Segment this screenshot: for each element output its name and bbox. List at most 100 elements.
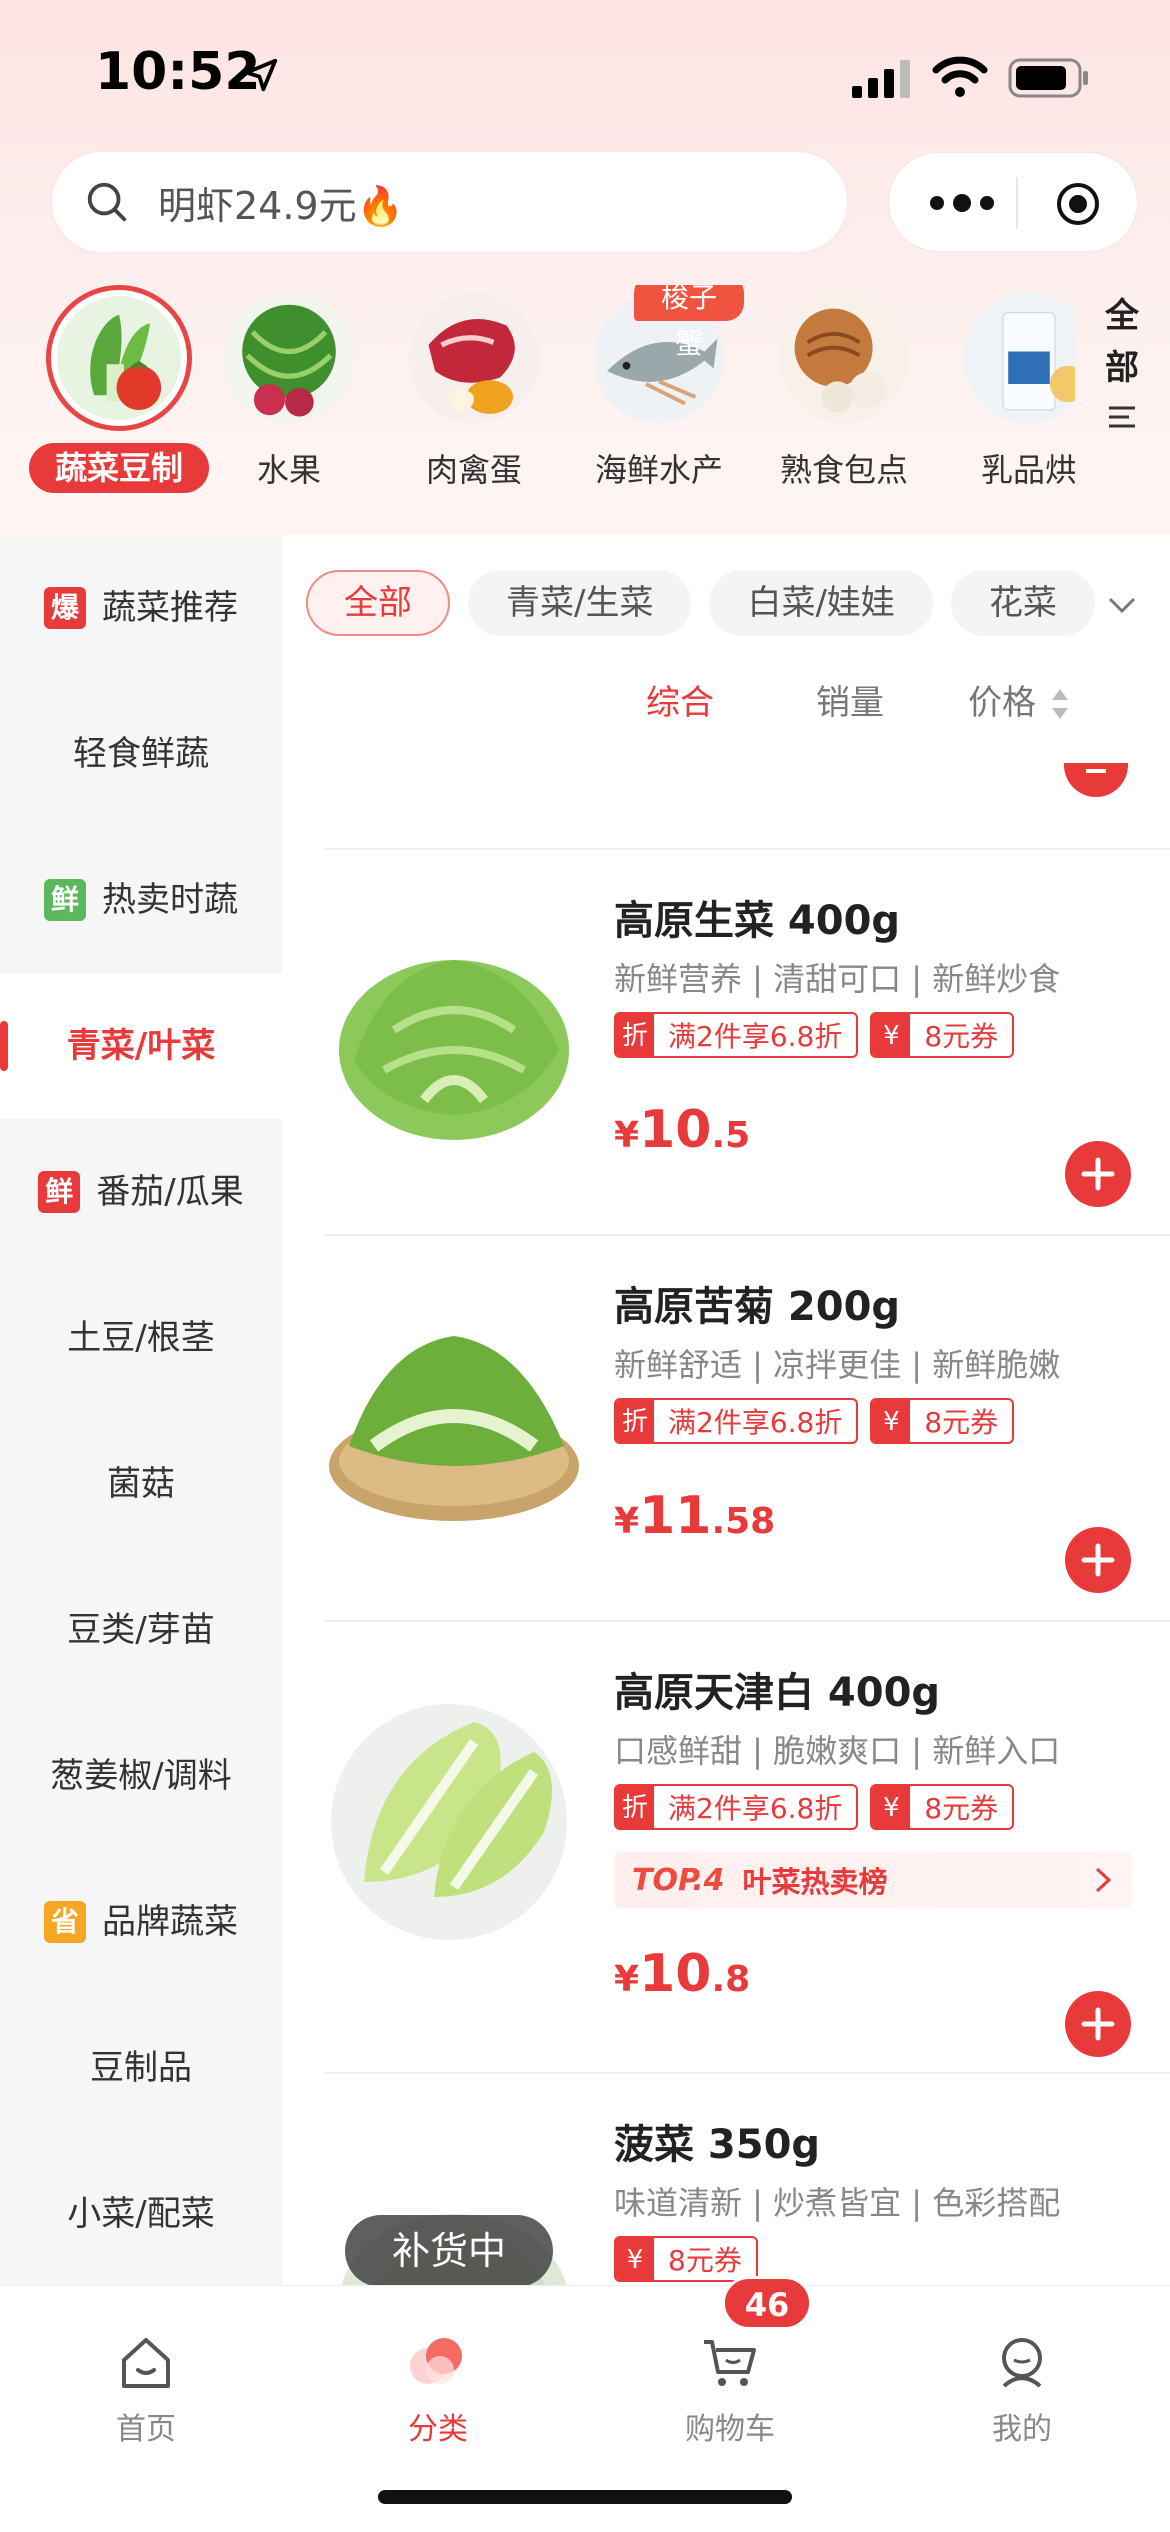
coupon-text: 满2件享6.8折 [668,1792,843,1825]
sidebar-item-tomato-melon[interactable]: 鲜 番茄/瓜果 [0,1119,282,1265]
sidebar-item-mushroom[interactable]: 菌菇 [0,1411,282,1557]
home-icon [122,2338,170,2388]
category-meat-eggs[interactable]: 肉禽蛋 [389,285,559,525]
sidebar-item-light-veg[interactable]: 轻食鲜蔬 [0,681,282,827]
coupon-text: 满2件享6.8折 [668,1406,843,1439]
sidebar-item-tofu[interactable]: 豆制品 [0,1995,282,2141]
sidebar-item-label: 番茄/瓜果 [96,1172,244,1212]
price-currency: ¥ [614,1115,640,1156]
sort-arrows-icon [1052,689,1068,719]
price-decimal: .8 [711,1959,751,2000]
cellular-signal-icon [852,60,910,98]
cash-coupon[interactable]: ¥ 8元券 [614,2236,758,2282]
category-row: 蔬菜豆制 水果 肉禽蛋 海鲜水产 梭子蟹 熟食包点 乳品烘 [0,285,1075,525]
add-to-cart-icon[interactable] [1064,1526,1132,1594]
filter-chip-lettuce[interactable]: 青菜/生菜 [468,570,692,636]
save-tag-icon: 省 [44,1901,86,1943]
add-to-cart-icon[interactable] [1064,1990,1132,2058]
close-miniprogram-icon[interactable] [1055,181,1101,227]
miniprogram-capsule [888,152,1138,252]
sidebar-item-hot-seasonal[interactable]: 鲜 热卖时蔬 [0,827,282,973]
sidebar-item-label: 豆类/芽苗 [67,1610,215,1650]
product-subtitle: 味道清新 | 炒煮皆宜 | 色彩搭配 [614,2184,1061,2222]
fresh-tag-icon: 鲜 [44,879,86,921]
discount-coupon[interactable]: 折 满2件享6.8折 [614,1012,859,1058]
search-bar[interactable]: 明虾24.9元🔥 [52,152,847,252]
yuan-icon: ¥ [872,1014,911,1056]
sidebar-item-potato-root[interactable]: 土豆/根茎 [0,1265,282,1411]
sidebar-item-label: 蔬菜推荐 [102,588,238,628]
category-label: 乳品烘 [980,451,1075,489]
sidebar-item-side-dishes[interactable]: 小菜/配菜 [0,2141,282,2287]
sort-sales[interactable]: 销量 [816,675,884,724]
filter-chip-all[interactable]: 全部 [306,570,450,636]
category-label: 海鲜水产 [594,451,723,489]
category-image [224,293,354,423]
yuan-icon: ¥ [872,1400,911,1442]
sidebar-item-beans-sprouts[interactable]: 豆类/芽苗 [0,1557,282,1703]
tab-category[interactable]: 分类 [292,2306,584,2447]
add-to-cart-icon[interactable] [1062,763,1130,799]
category-image [409,293,539,423]
sort-comprehensive[interactable]: 综合 [646,675,714,724]
product-subtitle: 口感鲜甜 | 脆嫩爽口 | 新鲜入口 [614,1732,1061,1770]
cash-coupon[interactable]: ¥ 8元券 [870,1784,1015,1830]
cash-coupon[interactable]: ¥ 8元券 [870,1012,1015,1058]
category-deli[interactable]: 熟食包点 [759,285,929,525]
product-card[interactable]: 高原天津白 400g 口感鲜甜 | 脆嫩爽口 | 新鲜入口 折 满2件享6.8折… [324,1620,1170,2072]
discount-icon: 折 [616,1400,654,1442]
tab-home[interactable]: 首页 [0,2306,292,2447]
chevron-down-icon[interactable] [1102,585,1142,625]
product-card[interactable]: 高原生菜 400g 新鲜营养 | 清甜可口 | 新鲜炒食 折 满2件享6.8折 … [324,848,1170,1234]
home-indicator [378,2490,792,2504]
more-icon[interactable] [927,189,997,217]
all-categories-label-2: 部 [1105,348,1139,388]
all-categories-button[interactable]: 全 部 [1082,290,1162,490]
sidebar-item-brand-veg[interactable]: 省 品牌蔬菜 [0,1849,282,1995]
battery-icon [1008,58,1088,98]
chevron-right-icon [1095,1867,1112,1893]
sidebar-item-label: 葱姜椒/调料 [50,1756,232,1796]
product-list-panel: 全部 青菜/生菜 白菜/娃娃 花菜 综合 销量 价格 高原生菜 400g 新鲜营养 |… [282,535,1170,2285]
wifi-icon [932,56,988,97]
coupon-text: 8元券 [924,1792,999,1825]
cash-coupon[interactable]: ¥ 8元券 [870,1398,1015,1444]
product-name: 高原苦菊 200g [614,1284,901,1330]
sidebar-item-seasoning[interactable]: 葱姜椒/调料 [0,1703,282,1849]
category-icon [410,2338,462,2384]
status-bar: 10:52 [0,0,1170,150]
filter-chip-cauliflower[interactable]: 花菜 [950,570,1095,636]
sidebar-item-label: 小菜/配菜 [67,2194,215,2234]
sort-bar: 综合 销量 价格 [282,675,1170,735]
ranking-banner[interactable]: TOP.4 叶菜热卖榜 [614,1852,1132,1908]
discount-coupon[interactable]: 折 满2件享6.8折 [614,1398,859,1444]
discount-coupon[interactable]: 折 满2件享6.8折 [614,1784,859,1830]
sidebar-item-vegetable-picks[interactable]: 爆 蔬菜推荐 [0,535,282,681]
watermelon-image [224,293,354,423]
sidebar-item-label: 轻食鲜蔬 [73,734,209,774]
price-integer: 10 [639,1100,712,1160]
sidebar-item-leafy-greens[interactable]: 青菜/叶菜 [0,973,282,1119]
sort-price[interactable]: 价格 [968,675,1036,724]
price-decimal: .58 [711,1501,776,1542]
category-dairy[interactable]: 乳品烘 [944,285,1075,525]
ranking-position: TOP.4 [632,1862,725,1898]
yuan-icon: ¥ [872,1786,911,1828]
discount-icon: 折 [616,1014,654,1056]
product-name: 菠菜 350g [614,2122,821,2168]
price-integer: 11 [639,1486,712,1546]
category-image [46,285,192,431]
tab-mine[interactable]: 我的 [876,2306,1168,2447]
sidebar-item-label: 热卖时蔬 [102,880,238,920]
tab-cart[interactable]: 购物车 [584,2306,876,2447]
product-subtitle: 新鲜营养 | 清甜可口 | 新鲜炒食 [614,960,1061,998]
add-to-cart-icon[interactable] [1064,1140,1132,1208]
category-seafood[interactable]: 海鲜水产 梭子蟹 [574,285,744,525]
tab-label: 分类 [408,2412,468,2447]
coupon-row: 折 满2件享6.8折 ¥ 8元券 [614,1398,1026,1446]
category-fruit[interactable]: 水果 [204,285,374,525]
filter-chip-cabbage[interactable]: 白菜/娃娃 [709,570,933,636]
category-vegetables[interactable]: 蔬菜豆制 [29,285,209,525]
product-card[interactable]: 高原苦菊 200g 新鲜舒适 | 凉拌更佳 | 新鲜脆嫩 折 满2件享6.8折 … [324,1234,1170,1620]
list-icon [1109,406,1135,428]
